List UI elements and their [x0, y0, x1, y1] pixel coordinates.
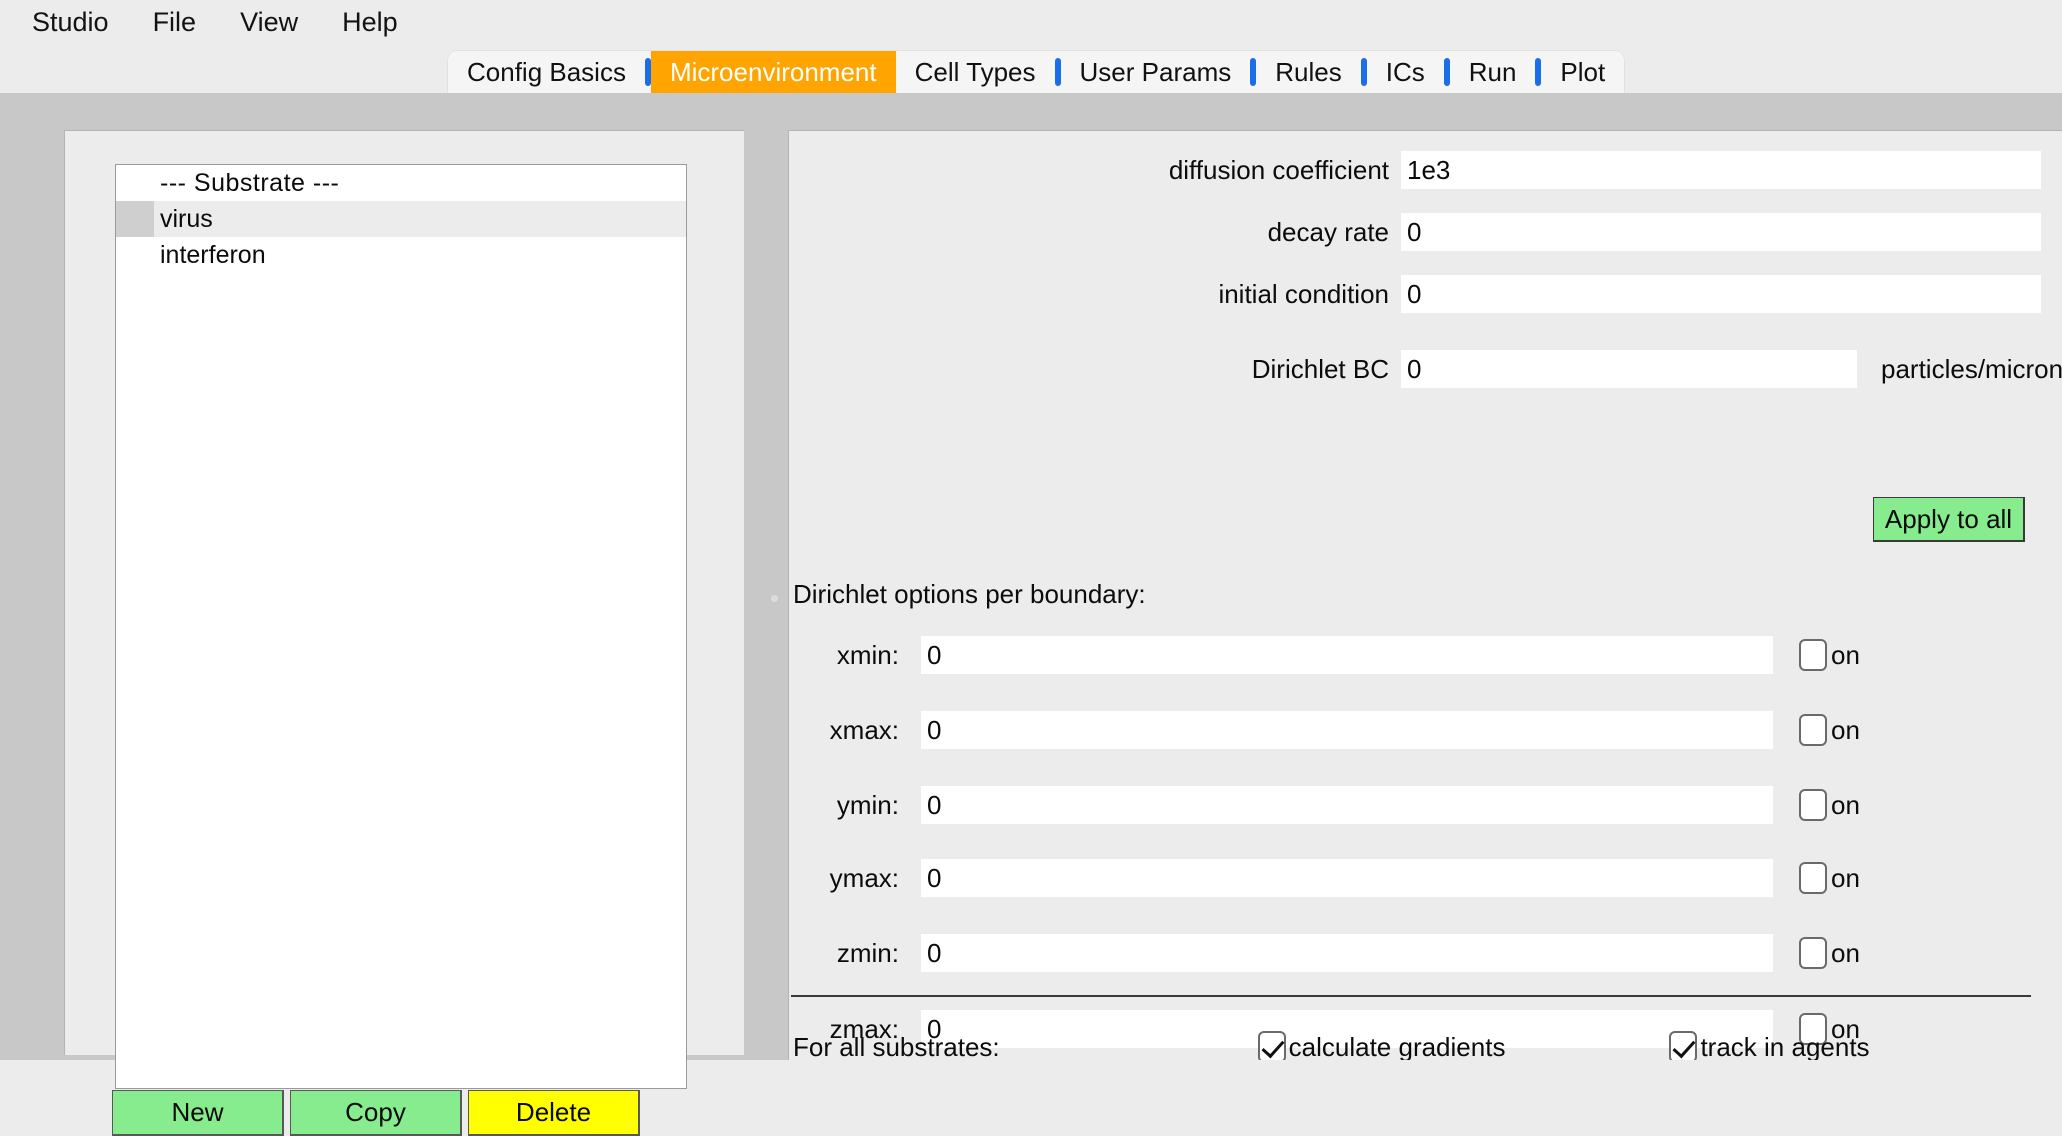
- all-substrates-label: For all substrates:: [793, 1031, 1000, 1061]
- new-button[interactable]: New: [112, 1090, 284, 1136]
- tab-config-basics[interactable]: Config Basics: [448, 51, 645, 93]
- zmin-label: zmin:: [836, 937, 899, 968]
- boundary-row-ymax: ymax: on: [789, 859, 1860, 897]
- list-item-virus[interactable]: virus: [116, 201, 686, 237]
- field-row-dirichlet-bc: Dirichlet BC particles/micron^3: [789, 350, 2062, 388]
- row-marker: [116, 165, 154, 201]
- dirichlet-bc-unit: particles/micron^3: [1881, 353, 2062, 384]
- substrate-list-header-label: --- Substrate ---: [160, 168, 340, 197]
- list-item-interferon[interactable]: interferon: [116, 237, 686, 273]
- substrate-actions: New Copy Delete: [112, 1090, 640, 1136]
- list-item-label: interferon: [160, 240, 266, 269]
- track-in-agents-label: track in agents: [1700, 1031, 1870, 1061]
- apply-to-all-button[interactable]: Apply to all: [1873, 497, 2025, 542]
- tab-plot[interactable]: Plot: [1541, 51, 1625, 93]
- xmax-input[interactable]: [921, 711, 1773, 749]
- tab-user-params[interactable]: User Params: [1060, 51, 1251, 93]
- copy-button[interactable]: Copy: [290, 1090, 462, 1136]
- xmin-on-label: on: [1831, 639, 1860, 670]
- field-row-diffusion-coefficient: diffusion coefficient micron^2/min: [789, 151, 2062, 189]
- ymax-label: ymax:: [829, 862, 899, 893]
- xmax-label: xmax:: [829, 714, 899, 745]
- ymax-enable-checkbox[interactable]: [1799, 862, 1827, 894]
- decay-rate-label: decay rate: [1267, 216, 1389, 247]
- field-row-decay-rate: decay rate 1/min: [789, 213, 2062, 251]
- tab-run[interactable]: Run: [1449, 51, 1536, 93]
- substrate-panel: --- Substrate --- virus interferon: [64, 130, 744, 1089]
- decay-rate-input[interactable]: [1401, 213, 2041, 251]
- boundary-row-zmin: zmin: on: [789, 934, 1860, 972]
- zmin-input[interactable]: [921, 934, 1773, 972]
- xmin-enable-checkbox[interactable]: [1799, 639, 1827, 671]
- list-item-label: virus: [160, 204, 213, 233]
- splitter-grip-icon: [771, 595, 778, 602]
- diffusion-coefficient-label: diffusion coefficient: [1168, 154, 1389, 185]
- tab-strip-area: Config Basics Microenvironment Cell Type…: [0, 46, 2062, 93]
- field-row-initial-condition: initial condition particles/micron^3: [789, 275, 2062, 313]
- calculate-gradients-group: calculate gradients: [1257, 1031, 1506, 1061]
- menu-item-view[interactable]: View: [218, 7, 320, 40]
- zmin-enable-checkbox[interactable]: [1799, 937, 1827, 969]
- ymin-enable-checkbox[interactable]: [1799, 789, 1827, 821]
- tab-microenvironment[interactable]: Microenvironment: [650, 51, 896, 93]
- row-marker: [116, 237, 154, 273]
- xmin-input[interactable]: [921, 636, 1773, 674]
- boundary-row-xmin: xmin: on: [789, 636, 1860, 674]
- track-in-agents-group: track in agents: [1669, 1031, 1870, 1061]
- tab-rules[interactable]: Rules: [1256, 51, 1361, 93]
- section-divider: [791, 995, 2031, 997]
- initial-condition-input[interactable]: [1401, 275, 2041, 313]
- boundary-row-ymin: ymin: on: [789, 786, 1860, 824]
- delete-button[interactable]: Delete: [468, 1090, 640, 1136]
- track-in-agents-checkbox[interactable]: [1669, 1031, 1698, 1060]
- dirichlet-bc-label: Dirichlet BC: [1251, 353, 1389, 384]
- calculate-gradients-label: calculate gradients: [1288, 1031, 1506, 1061]
- substrate-list[interactable]: --- Substrate --- virus interferon: [115, 164, 687, 1089]
- menu-item-file[interactable]: File: [131, 7, 219, 40]
- dirichlet-bc-input[interactable]: [1401, 350, 1857, 388]
- xmin-label: xmin:: [836, 639, 899, 670]
- content-area: --- Substrate --- virus interferon New C…: [24, 100, 2062, 1136]
- xmax-on-label: on: [1831, 714, 1860, 745]
- panel-splitter-handle[interactable]: [762, 130, 786, 1060]
- tab-ics[interactable]: ICs: [1366, 51, 1444, 93]
- row-selection-marker: [116, 201, 154, 237]
- menu-item-help[interactable]: Help: [320, 7, 420, 40]
- calculate-gradients-checkbox[interactable]: [1257, 1031, 1286, 1060]
- initial-condition-label: initial condition: [1218, 278, 1389, 309]
- ymin-on-label: on: [1831, 789, 1860, 820]
- ymin-input[interactable]: [921, 786, 1773, 824]
- ymax-input[interactable]: [921, 859, 1773, 897]
- tab-cell-types[interactable]: Cell Types: [895, 51, 1055, 93]
- menu-item-studio[interactable]: Studio: [10, 7, 131, 40]
- boundary-row-xmax: xmax: on: [789, 711, 1860, 749]
- menu-bar: Studio File View Help: [0, 0, 2062, 46]
- zmin-on-label: on: [1831, 937, 1860, 968]
- xmax-enable-checkbox[interactable]: [1799, 714, 1827, 746]
- diffusion-coefficient-input[interactable]: [1401, 151, 2041, 189]
- microenvironment-form: diffusion coefficient micron^2/min decay…: [788, 130, 2062, 1060]
- ymax-on-label: on: [1831, 862, 1860, 893]
- ymin-label: ymin:: [836, 789, 899, 820]
- substrate-list-header: --- Substrate ---: [116, 165, 686, 201]
- dirichlet-options-heading: Dirichlet options per boundary:: [793, 579, 1146, 609]
- tab-strip: Config Basics Microenvironment Cell Type…: [448, 51, 1625, 93]
- all-substrates-row: For all substrates: calculate gradients …: [793, 1031, 2053, 1060]
- main-window-frame: --- Substrate --- virus interferon New C…: [0, 93, 2062, 1136]
